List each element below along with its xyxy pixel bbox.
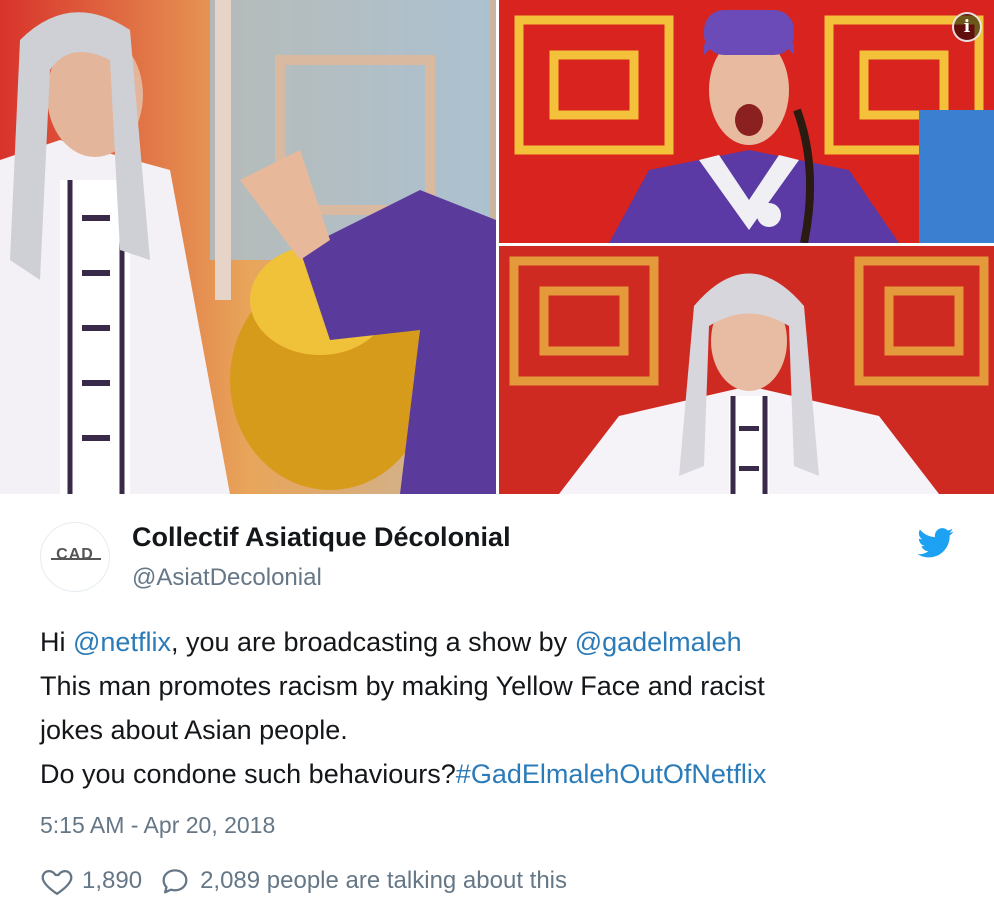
avatar[interactable]: CAD — [40, 522, 110, 592]
tweet-line-3: jokes about Asian people. — [40, 715, 348, 745]
tweet-text: Hi @netflix, you are broadcasting a show… — [40, 620, 940, 796]
twitter-bird-icon[interactable] — [918, 528, 954, 558]
info-glyph: i — [963, 16, 971, 37]
info-icon[interactable]: i — [952, 12, 982, 42]
photo-top-right[interactable] — [499, 0, 994, 243]
tweet-text-segment: , you are broadcasting a show by — [170, 627, 575, 657]
tweet-line-4: Do you condone such behaviours?#GadElmal… — [40, 752, 940, 796]
tweet-card[interactable]: CAD Collectif Asiatique Décolonial @Asia… — [0, 494, 994, 912]
mention-netflix-link[interactable]: @netflix — [73, 627, 171, 657]
mention-gadelmaleh-link[interactable]: @gadelmaleh — [575, 627, 742, 657]
avatar-line — [51, 558, 101, 560]
tweet-line-2: This man promotes racism by making Yello… — [40, 671, 765, 701]
photo-left[interactable] — [0, 0, 496, 494]
tweet-timestamp[interactable]: 5:15 AM - Apr 20, 2018 — [40, 812, 275, 839]
tweet-media[interactable]: i — [0, 0, 994, 494]
tweet-text-segment: Hi — [40, 627, 73, 657]
tweet-text-segment: Do you condone such behaviours? — [40, 759, 456, 789]
heart-icon[interactable] — [40, 864, 74, 898]
user-handle[interactable]: @AsiatDecolonial — [132, 564, 322, 592]
photo-bottom-right[interactable] — [499, 246, 994, 494]
hashtag-link[interactable]: #GadElmalehOutOfNetflix — [456, 759, 767, 789]
talking-count[interactable]: 2,089 people are talking about this — [200, 867, 567, 895]
avatar-text: CAD — [56, 546, 94, 563]
reply-bubble-icon[interactable] — [158, 864, 192, 898]
like-count[interactable]: 1,890 — [82, 867, 142, 895]
display-name[interactable]: Collectif Asiatique Décolonial — [132, 522, 511, 553]
tweet-line-1: Hi @netflix, you are broadcasting a show… — [40, 620, 940, 664]
tweet-actions: 1,890 2,089 people are talking about thi… — [40, 864, 567, 898]
